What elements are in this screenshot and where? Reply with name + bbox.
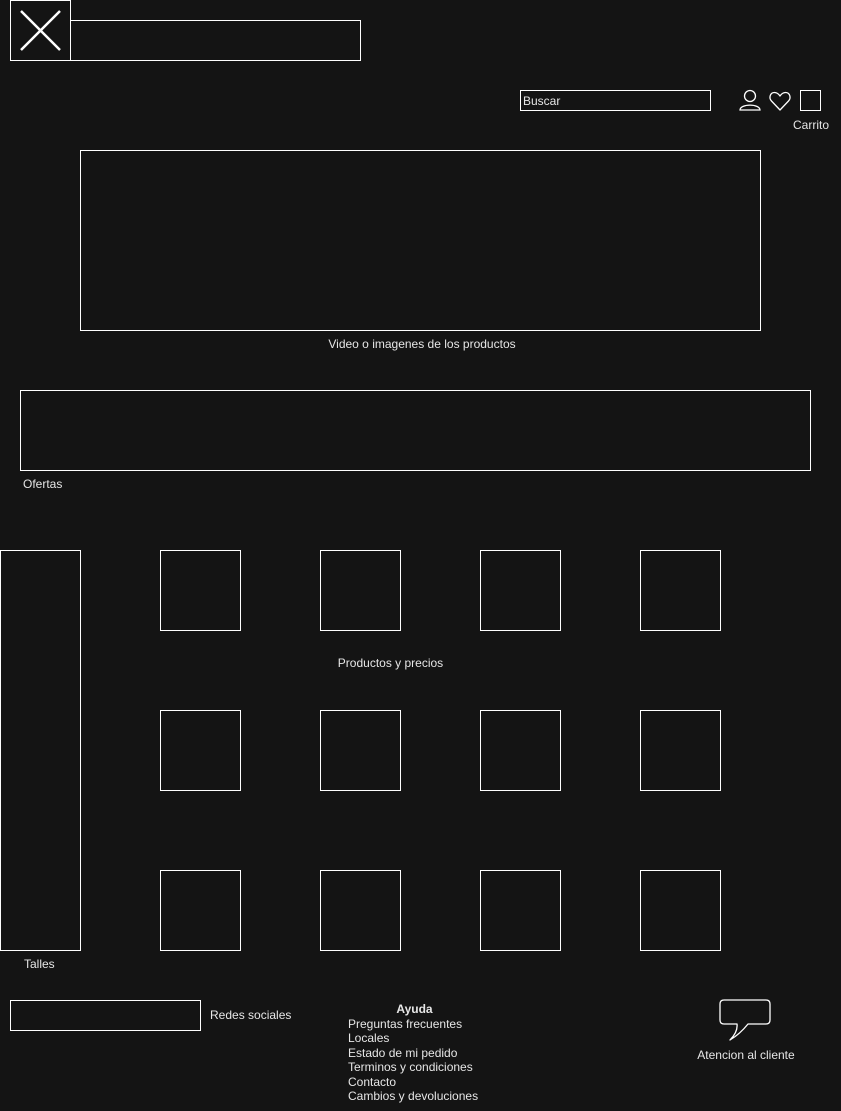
product-card[interactable] — [640, 710, 721, 791]
product-card[interactable] — [160, 870, 241, 951]
product-card[interactable] — [320, 710, 401, 791]
help-link-faq[interactable]: Preguntas frecuentes — [348, 1017, 478, 1031]
hero-caption: Video o imagenes de los productos — [328, 337, 516, 351]
social-label: Redes sociales — [210, 1008, 292, 1022]
cart-icon[interactable] — [800, 90, 821, 111]
help-link-returns[interactable]: Cambios y devoluciones — [348, 1089, 478, 1103]
help-link-contact[interactable]: Contacto — [348, 1075, 478, 1089]
help-links: Preguntas frecuentes Locales Estado de m… — [348, 1017, 478, 1103]
product-card[interactable] — [320, 870, 401, 951]
close-x-icon — [20, 10, 61, 51]
offers-box[interactable] — [20, 390, 811, 471]
product-card[interactable] — [480, 550, 561, 631]
product-card[interactable] — [160, 710, 241, 791]
product-card[interactable] — [480, 710, 561, 791]
header-title-box — [70, 20, 361, 61]
logo[interactable] — [10, 0, 71, 61]
support-label[interactable]: Atencion al cliente — [686, 1048, 806, 1062]
product-card[interactable] — [480, 870, 561, 951]
speech-bubble-icon[interactable] — [718, 998, 772, 1042]
social-links-box[interactable] — [10, 1000, 201, 1031]
product-card[interactable] — [160, 550, 241, 631]
product-card[interactable] — [640, 550, 721, 631]
help-link-terms[interactable]: Terminos y condiciones — [348, 1060, 478, 1074]
user-icon[interactable] — [738, 88, 762, 112]
product-card[interactable] — [320, 550, 401, 631]
cart-label[interactable]: Carrito — [793, 118, 829, 132]
sizes-caption: Talles — [24, 957, 55, 971]
search-input[interactable] — [520, 90, 711, 111]
products-caption: Productos y precios — [337, 656, 444, 670]
sizes-filter-panel[interactable] — [0, 550, 81, 951]
heart-icon[interactable] — [768, 89, 792, 113]
help-link-order-status[interactable]: Estado de mi pedido — [348, 1046, 478, 1060]
offers-caption: Ofertas — [23, 477, 63, 491]
hero-media-box — [80, 150, 761, 331]
product-card[interactable] — [640, 870, 721, 951]
help-title: Ayuda — [396, 1002, 433, 1016]
help-link-stores[interactable]: Locales — [348, 1031, 478, 1045]
